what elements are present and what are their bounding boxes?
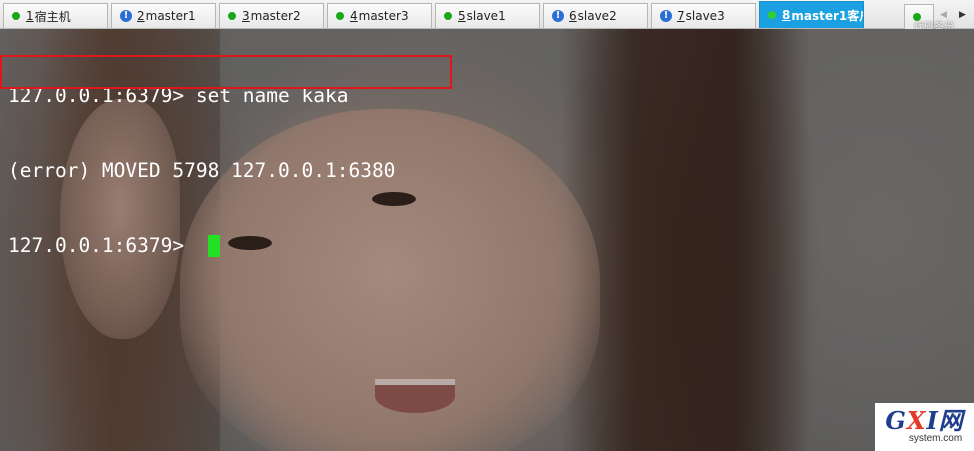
alert-status-icon: ! bbox=[660, 10, 672, 22]
watermark-logo-rest: I网 bbox=[926, 406, 964, 435]
tab-scroll-right-icon[interactable]: ▶ bbox=[953, 4, 972, 26]
tab-number: 5 bbox=[458, 9, 466, 23]
tab-label: master1客户端 bbox=[791, 8, 863, 23]
tab-label: master2 bbox=[250, 9, 301, 23]
watermark-logo-x: X bbox=[906, 406, 927, 435]
terminal-line: (error) MOVED 5798 127.0.0.1:6380 bbox=[8, 158, 395, 183]
terminal-window: 1 宿主机 ! 2 master1 3 master2 4 master3 5 … bbox=[0, 0, 974, 451]
tab-slave3[interactable]: ! 7 slave3 bbox=[651, 3, 756, 28]
tab-master3[interactable]: 4 master3 bbox=[327, 3, 432, 28]
watermark-logo-g: G bbox=[885, 406, 907, 435]
error-highlight-box bbox=[0, 55, 452, 89]
terminal-pane[interactable]: 127.0.0.1:6379> set name kaka (error) MO… bbox=[0, 29, 974, 451]
background-image-hair-right bbox=[560, 29, 810, 451]
error-text: (error) MOVED 5798 127.0.0.1:6380 bbox=[8, 159, 396, 182]
tab-number: 3 bbox=[242, 9, 250, 23]
connected-status-icon bbox=[12, 12, 20, 20]
tab-label: master3 bbox=[358, 9, 409, 23]
tab-label: slave1 bbox=[466, 9, 506, 23]
tab-slave1[interactable]: 5 slave1 bbox=[435, 3, 540, 28]
tab-number: 1 bbox=[26, 9, 34, 23]
terminal-line: 127.0.0.1:6379> bbox=[8, 233, 395, 258]
session-tab-bar: 1 宿主机 ! 2 master1 3 master2 4 master3 5 … bbox=[0, 0, 974, 29]
tab-host[interactable]: 1 宿主机 bbox=[3, 3, 108, 28]
tab-label: slave3 bbox=[685, 9, 725, 23]
tab-slave2[interactable]: ! 6 slave2 bbox=[543, 3, 648, 28]
prompt-text: 127.0.0.1:6379> bbox=[8, 234, 196, 257]
tab-number: 6 bbox=[569, 9, 577, 23]
tab-label: 宿主机 bbox=[34, 9, 71, 24]
alert-status-icon: ! bbox=[120, 10, 132, 22]
site-watermark: GXI网 system.com bbox=[875, 403, 974, 451]
tab-master2[interactable]: 3 master2 bbox=[219, 3, 324, 28]
tab-label: master1 bbox=[145, 9, 196, 23]
connected-status-icon bbox=[768, 11, 776, 19]
tab-number: 8 bbox=[782, 8, 791, 22]
tab-label: slave2 bbox=[577, 9, 617, 23]
tab-master1-client[interactable]: 8 master1客户端 bbox=[759, 1, 864, 28]
text-cursor bbox=[207, 234, 220, 257]
alert-status-icon: ! bbox=[552, 10, 564, 22]
tab-number: 7 bbox=[677, 9, 685, 23]
watermark-domain: system.com bbox=[908, 433, 963, 444]
connected-status-icon bbox=[444, 12, 452, 20]
tab-number: 4 bbox=[350, 9, 358, 23]
tab-master1[interactable]: ! 2 master1 bbox=[111, 3, 216, 28]
tab-number: 2 bbox=[137, 9, 145, 23]
background-image-mouth bbox=[375, 379, 455, 413]
connected-status-icon bbox=[228, 12, 236, 20]
watermark-logo: GXI网 bbox=[885, 409, 963, 433]
connected-status-icon bbox=[336, 12, 344, 20]
